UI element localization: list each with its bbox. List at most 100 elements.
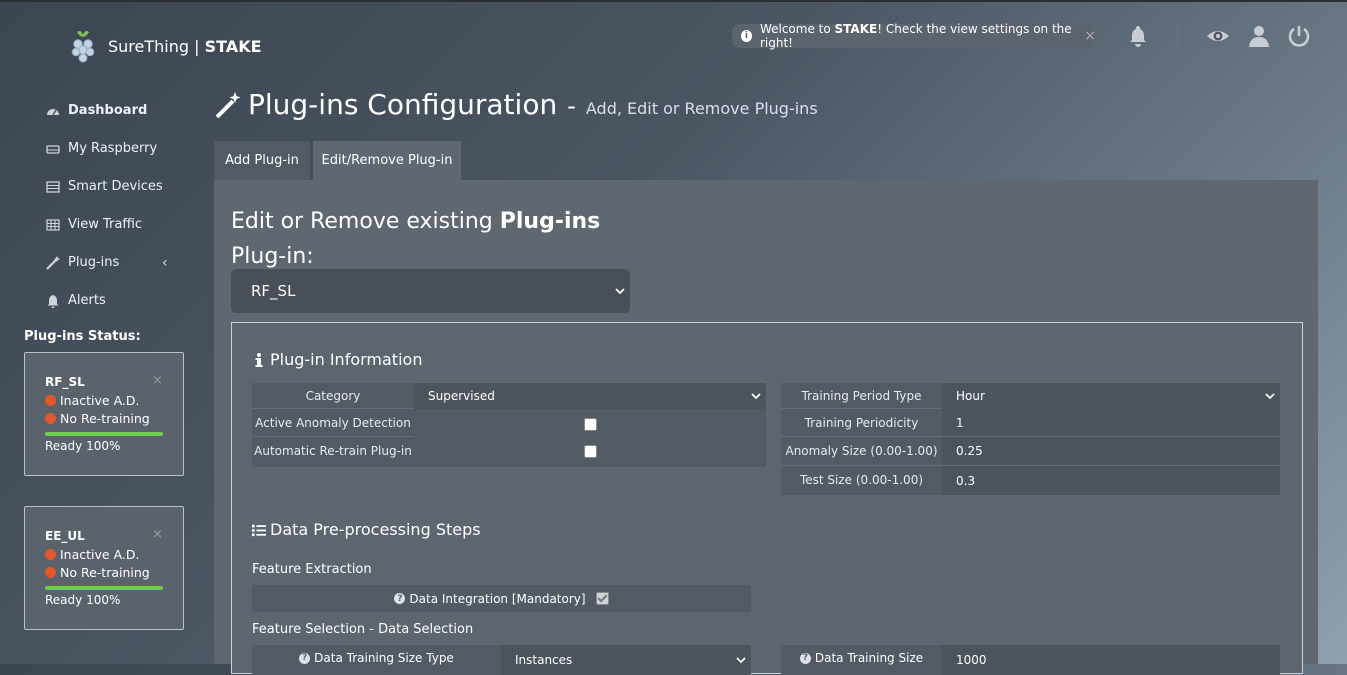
ad-status: Inactive A.D. [45,547,139,562]
progress-bar [45,432,163,436]
sidebar-item-view-traffic[interactable]: View Traffic [46,217,142,232]
data-integration-checkbox[interactable] [595,592,609,605]
test-size-input[interactable]: 0.3 [942,466,1280,495]
auto-retrain-label: Automatic Re-train Plug-in [254,444,412,458]
welcome-toast: i Welcome to STAKE! Check the view setti… [732,22,1096,50]
edit-panel: Edit or Remove existing Plug-ins Plug-in… [214,180,1318,675]
sidebar-item-label: Smart Devices [68,179,163,194]
sidebar-item-my-raspberry[interactable]: My Raspberry [46,141,157,156]
active-ad-checkbox[interactable] [584,418,597,431]
status-dot-icon [45,395,56,406]
chevron-left-icon[interactable]: ‹ [162,255,168,271]
status-dot-icon [45,413,56,424]
brand-separator: | [194,36,200,56]
app-logo[interactable]: SureThing | STAKE [68,28,262,64]
eye-icon[interactable] [1206,24,1230,48]
plugin-info-right-table: Training Period Type Hour Training Perio… [781,383,1280,495]
feature-extraction-label: Feature Extraction [252,562,372,577]
training-size-type-label-cell: ? Data Training Size Type [252,645,501,671]
sidebar-item-label: View Traffic [68,217,143,232]
plugin-select[interactable]: RF_SL [231,269,630,313]
brand-product: STAKE [204,36,262,56]
sidebar-item-label: Plug-ins [68,255,120,270]
training-size-type-select[interactable]: Instances [501,645,751,675]
data-integration-row: ? Data Integration [Mandatory] [252,585,751,612]
top-border [0,0,1347,2]
question-icon: ? [299,652,311,664]
user-icon[interactable] [1247,24,1271,48]
training-size-label-cell: ? Data Training Size [781,645,942,671]
training-size-row: ? Data Training Size 1000 [781,645,1280,675]
category-select[interactable]: Supervised [414,383,766,409]
anomaly-size-input[interactable]: 0.25 [942,437,1280,466]
plugin-name: RF_SL [45,375,85,389]
sidebar-item-dashboard[interactable]: Dashboard [46,103,147,118]
data-integration-cell: ? Data Integration [Mandatory] [252,585,751,612]
bell-icon[interactable] [1126,24,1150,48]
auto-retrain-checkbox[interactable] [584,445,597,458]
edit-heading: Edit or Remove existing Plug-ins [231,209,601,234]
plugins-status-title: Plug-ins Status: [24,329,141,344]
training-periodicity-label: Training Periodicity [781,409,942,437]
sidebar-item-label: My Raspberry [68,141,158,156]
retrain-status: No Re-training [45,411,150,426]
training-periodicity-input[interactable]: 1 [942,409,1280,437]
plugin-form: Plug-in Information Category Supervised … [231,322,1303,675]
data-integration-label: Data Integration [Mandatory] [409,591,586,606]
dashboard-icon [46,104,60,118]
category-value: Supervised [428,389,495,403]
training-size-type-row: ? Data Training Size Type Instances [252,645,751,675]
training-period-type-select[interactable]: Hour [942,383,1280,409]
info-icon: i [741,30,752,42]
ad-status: Inactive A.D. [45,393,139,408]
plugin-info-left-table: Category Supervised Active Anomaly Detec… [252,383,766,467]
question-icon: ? [799,652,811,664]
brand-text: SureThing | STAKE [108,37,262,56]
header-divider [1177,22,1178,50]
chevron-down-icon [615,288,625,295]
list-icon [252,524,266,536]
plugin-status-card: EE_UL × Inactive A.D. No Re-training Rea… [24,506,184,630]
ready-status: Ready 100% [45,593,121,607]
list-icon [46,180,60,194]
wand-icon [46,255,60,270]
chevron-down-icon [736,657,746,664]
feature-selection-label: Feature Selection - Data Selection [252,622,474,637]
retrain-status: No Re-training [45,565,150,580]
ready-status: Ready 100% [45,439,121,453]
sidebar-item-alerts[interactable]: Alerts [46,293,106,308]
question-icon: ? [394,593,406,604]
training-period-type-label: Training Period Type [781,383,942,409]
wand-icon [215,91,241,118]
plugin-select-label: Plug-in: [231,244,314,269]
plugin-status-card: RF_SL × Inactive A.D. No Re-training Rea… [24,352,184,476]
plugin-name: EE_UL [45,529,85,543]
page-title-text: Plug-ins Configuration [248,88,558,121]
tab-add-plug-in[interactable]: Add Plug-in [214,141,310,180]
close-icon[interactable]: × [152,527,163,542]
title-dash: - [567,92,576,120]
page-subtitle: Add, Edit or Remove Plug-ins [585,99,818,118]
raspberry-logo-icon [71,31,95,63]
progress-bar [45,586,163,590]
chevron-down-icon [1265,393,1275,400]
bell-icon [46,294,60,308]
anomaly-size-label: Anomaly Size (0.00-1.00) [781,437,942,466]
close-icon[interactable]: × [152,373,163,388]
info-icon [255,352,263,367]
page-title: Plug-ins Configuration - Add, Edit or Re… [214,88,818,121]
sidebar-item-smart-devices[interactable]: Smart Devices [46,179,163,194]
toast-close-icon[interactable]: × [1084,28,1096,44]
test-size-label: Test Size (0.00-1.00) [799,472,924,487]
hdd-icon [46,142,60,156]
data-preprocessing-heading: Data Pre-processing Steps [252,520,481,539]
status-dot-icon [45,567,56,578]
plugin-select-value: RF_SL [251,282,296,300]
tab-edit-remove-plug-in[interactable]: Edit/Remove Plug-in [313,141,461,180]
sidebar-item-plug-ins[interactable]: Plug-ins [46,255,119,270]
category-label: Category [252,383,414,409]
power-icon[interactable] [1287,24,1311,48]
table-icon [46,218,60,232]
brand-name: SureThing [108,36,190,56]
training-size-input[interactable]: 1000 [942,645,1280,675]
